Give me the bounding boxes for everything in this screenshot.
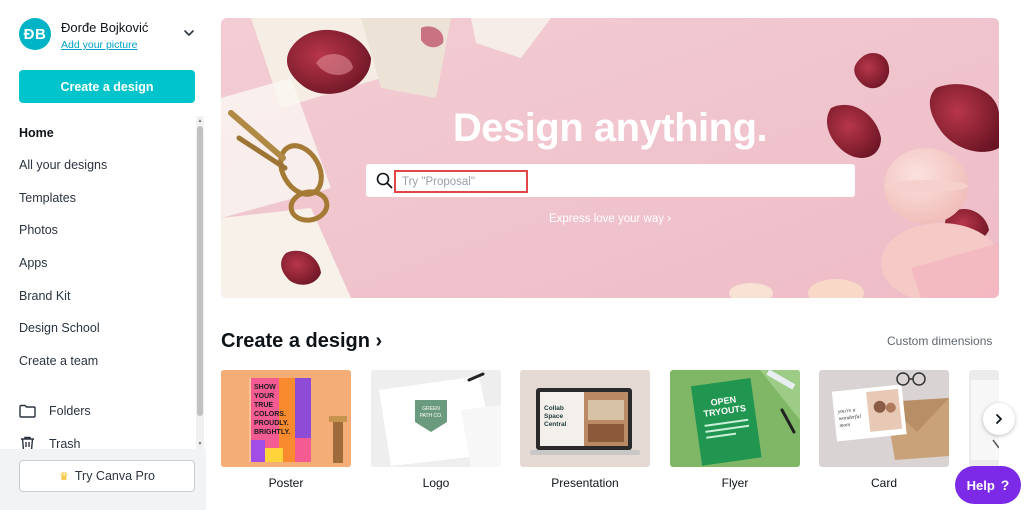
chevron-down-icon[interactable] xyxy=(182,26,196,40)
scrollbar-thumb[interactable] xyxy=(197,126,203,416)
folder-icon xyxy=(19,404,36,418)
hero-title: Design anything. xyxy=(452,106,768,150)
carousel-next-button[interactable] xyxy=(983,403,1015,435)
card-thumbnail[interactable]: you're a wonderful mom xyxy=(819,370,949,467)
design-card-presentation[interactable]: Collab Space Central Presentation xyxy=(520,370,650,490)
section-title[interactable]: Create a design › xyxy=(221,330,382,353)
card-label: Presentation xyxy=(551,476,619,490)
sidebar-item-folders[interactable]: Folders xyxy=(19,404,91,418)
card-label: Logo xyxy=(422,476,450,490)
chevron-right-icon xyxy=(996,414,1002,424)
poster-thumb-line: TRUE xyxy=(254,402,273,409)
profile-menu[interactable]: ĐB Đorđe Bojković Add your picture xyxy=(19,18,199,54)
try-canva-pro-label: Try Canva Pro xyxy=(74,469,155,483)
sidebar-scrollbar[interactable]: ▲ ▼ xyxy=(196,116,204,449)
express-love-link[interactable]: Express love your way › xyxy=(221,213,999,225)
presentation-thumb-line: Collab xyxy=(544,405,564,412)
sidebar-item-all-designs[interactable]: All your designs xyxy=(19,158,107,172)
presentation-thumb-line: Space xyxy=(544,413,564,420)
section-title-text: Create a design xyxy=(221,330,370,352)
create-design-button[interactable]: Create a design xyxy=(19,70,195,103)
card-thumb-line: mom xyxy=(839,422,850,429)
search-input[interactable] xyxy=(394,170,528,193)
scroll-down-icon[interactable]: ▼ xyxy=(197,441,203,447)
design-card-logo[interactable]: GREEN PATH CO. Logo xyxy=(371,370,501,490)
presentation-thumb-line: Central xyxy=(544,421,567,428)
help-button[interactable]: Help ? xyxy=(955,466,1021,504)
sidebar-item-photos[interactable]: Photos xyxy=(19,223,58,237)
scroll-up-icon[interactable]: ▲ xyxy=(197,118,203,124)
presentation-thumbnail[interactable]: Collab Space Central xyxy=(520,370,650,467)
logo-thumb-line: GREEN xyxy=(422,406,440,412)
sidebar-item-home[interactable]: Home xyxy=(19,126,54,140)
crown-icon: ♛ xyxy=(59,470,69,483)
try-canva-pro-button[interactable]: ♛ Try Canva Pro xyxy=(19,460,195,492)
sidebar-item-design-school[interactable]: Design School xyxy=(19,321,100,335)
card-label: Poster xyxy=(268,476,304,490)
sidebar-nav: Home All your designs Templates Photos A… xyxy=(0,116,196,452)
logo-thumbnail[interactable]: GREEN PATH CO. xyxy=(371,370,501,467)
sidebar-item-templates[interactable]: Templates xyxy=(19,191,76,205)
hero-background xyxy=(221,18,999,298)
poster-thumbnail[interactable]: SHOW YOUR TRUE COLORS. PROUDLY. BRIGHTLY… xyxy=(221,370,351,467)
avatar[interactable]: ĐB xyxy=(19,18,51,50)
question-icon: ? xyxy=(1000,477,1010,493)
sidebar-item-brand-kit[interactable]: Brand Kit xyxy=(19,289,70,303)
flyer-thumbnail[interactable]: OPEN TRYOUTS xyxy=(670,370,800,467)
card-label: Card xyxy=(870,476,897,490)
search-icon xyxy=(376,172,393,189)
hero-banner: Design anything. Express love your way › xyxy=(221,18,999,298)
chevron-right-icon: › xyxy=(375,330,383,352)
custom-dimensions-link[interactable]: Custom dimensions xyxy=(887,334,992,348)
add-picture-link[interactable]: Add your picture xyxy=(61,39,137,51)
poster-thumb-line: COLORS. xyxy=(254,411,286,418)
sidebar-item-create-team[interactable]: Create a team xyxy=(19,354,98,368)
poster-thumb-line: SHOW xyxy=(254,384,276,391)
help-label: Help xyxy=(966,477,995,493)
design-card-card[interactable]: you're a wonderful mom Card xyxy=(819,370,949,490)
design-card-flyer[interactable]: OPEN TRYOUTS Flyer xyxy=(670,370,800,490)
sidebar-item-apps[interactable]: Apps xyxy=(19,256,48,270)
poster-thumb-line: PROUDLY. xyxy=(254,420,289,427)
logo-thumb-line: PATH CO. xyxy=(420,413,443,419)
poster-thumb-line: YOUR xyxy=(254,393,274,400)
design-card-poster[interactable]: SHOW YOUR TRUE COLORS. PROUDLY. BRIGHTLY… xyxy=(221,370,351,490)
sidebar-footer: ♛ Try Canva Pro xyxy=(0,449,206,510)
profile-name: Đorđe Bojković xyxy=(61,20,149,35)
sidebar-item-label: Folders xyxy=(49,404,91,418)
card-label: Flyer xyxy=(721,476,749,490)
sidebar: ĐB Đorđe Bojković Add your picture Creat… xyxy=(0,0,206,510)
poster-thumb-line: BRIGHTLY. xyxy=(254,429,290,436)
